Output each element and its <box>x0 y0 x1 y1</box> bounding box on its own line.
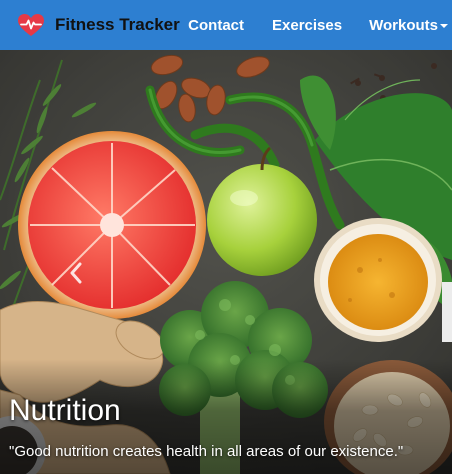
caret-down-icon <box>440 24 448 28</box>
heart-pulse-icon <box>18 14 44 36</box>
navbar: Fitness Tracker Contact Exercises Workou… <box>0 0 452 50</box>
nav-dropdown-workouts[interactable]: Workouts <box>369 17 448 34</box>
slide-title: Nutrition <box>9 394 121 427</box>
hero-carousel: Nutrition "Good nutrition creates health… <box>0 50 452 474</box>
nav-link-exercises[interactable]: Exercises <box>272 17 342 34</box>
carousel-next-button[interactable] <box>442 282 452 342</box>
nav-dropdown-workouts-label: Workouts <box>369 16 438 34</box>
carousel-prev-button[interactable] <box>58 255 94 291</box>
nav-links: Contact Exercises Workouts <box>188 0 452 50</box>
nav-link-contact[interactable]: Contact <box>188 17 244 34</box>
brand-link[interactable]: Fitness Tracker <box>17 0 180 50</box>
slide-quote: "Good nutrition creates health in all ar… <box>9 443 404 460</box>
brand-name: Fitness Tracker <box>55 15 180 34</box>
chevron-left-icon <box>70 262 82 284</box>
